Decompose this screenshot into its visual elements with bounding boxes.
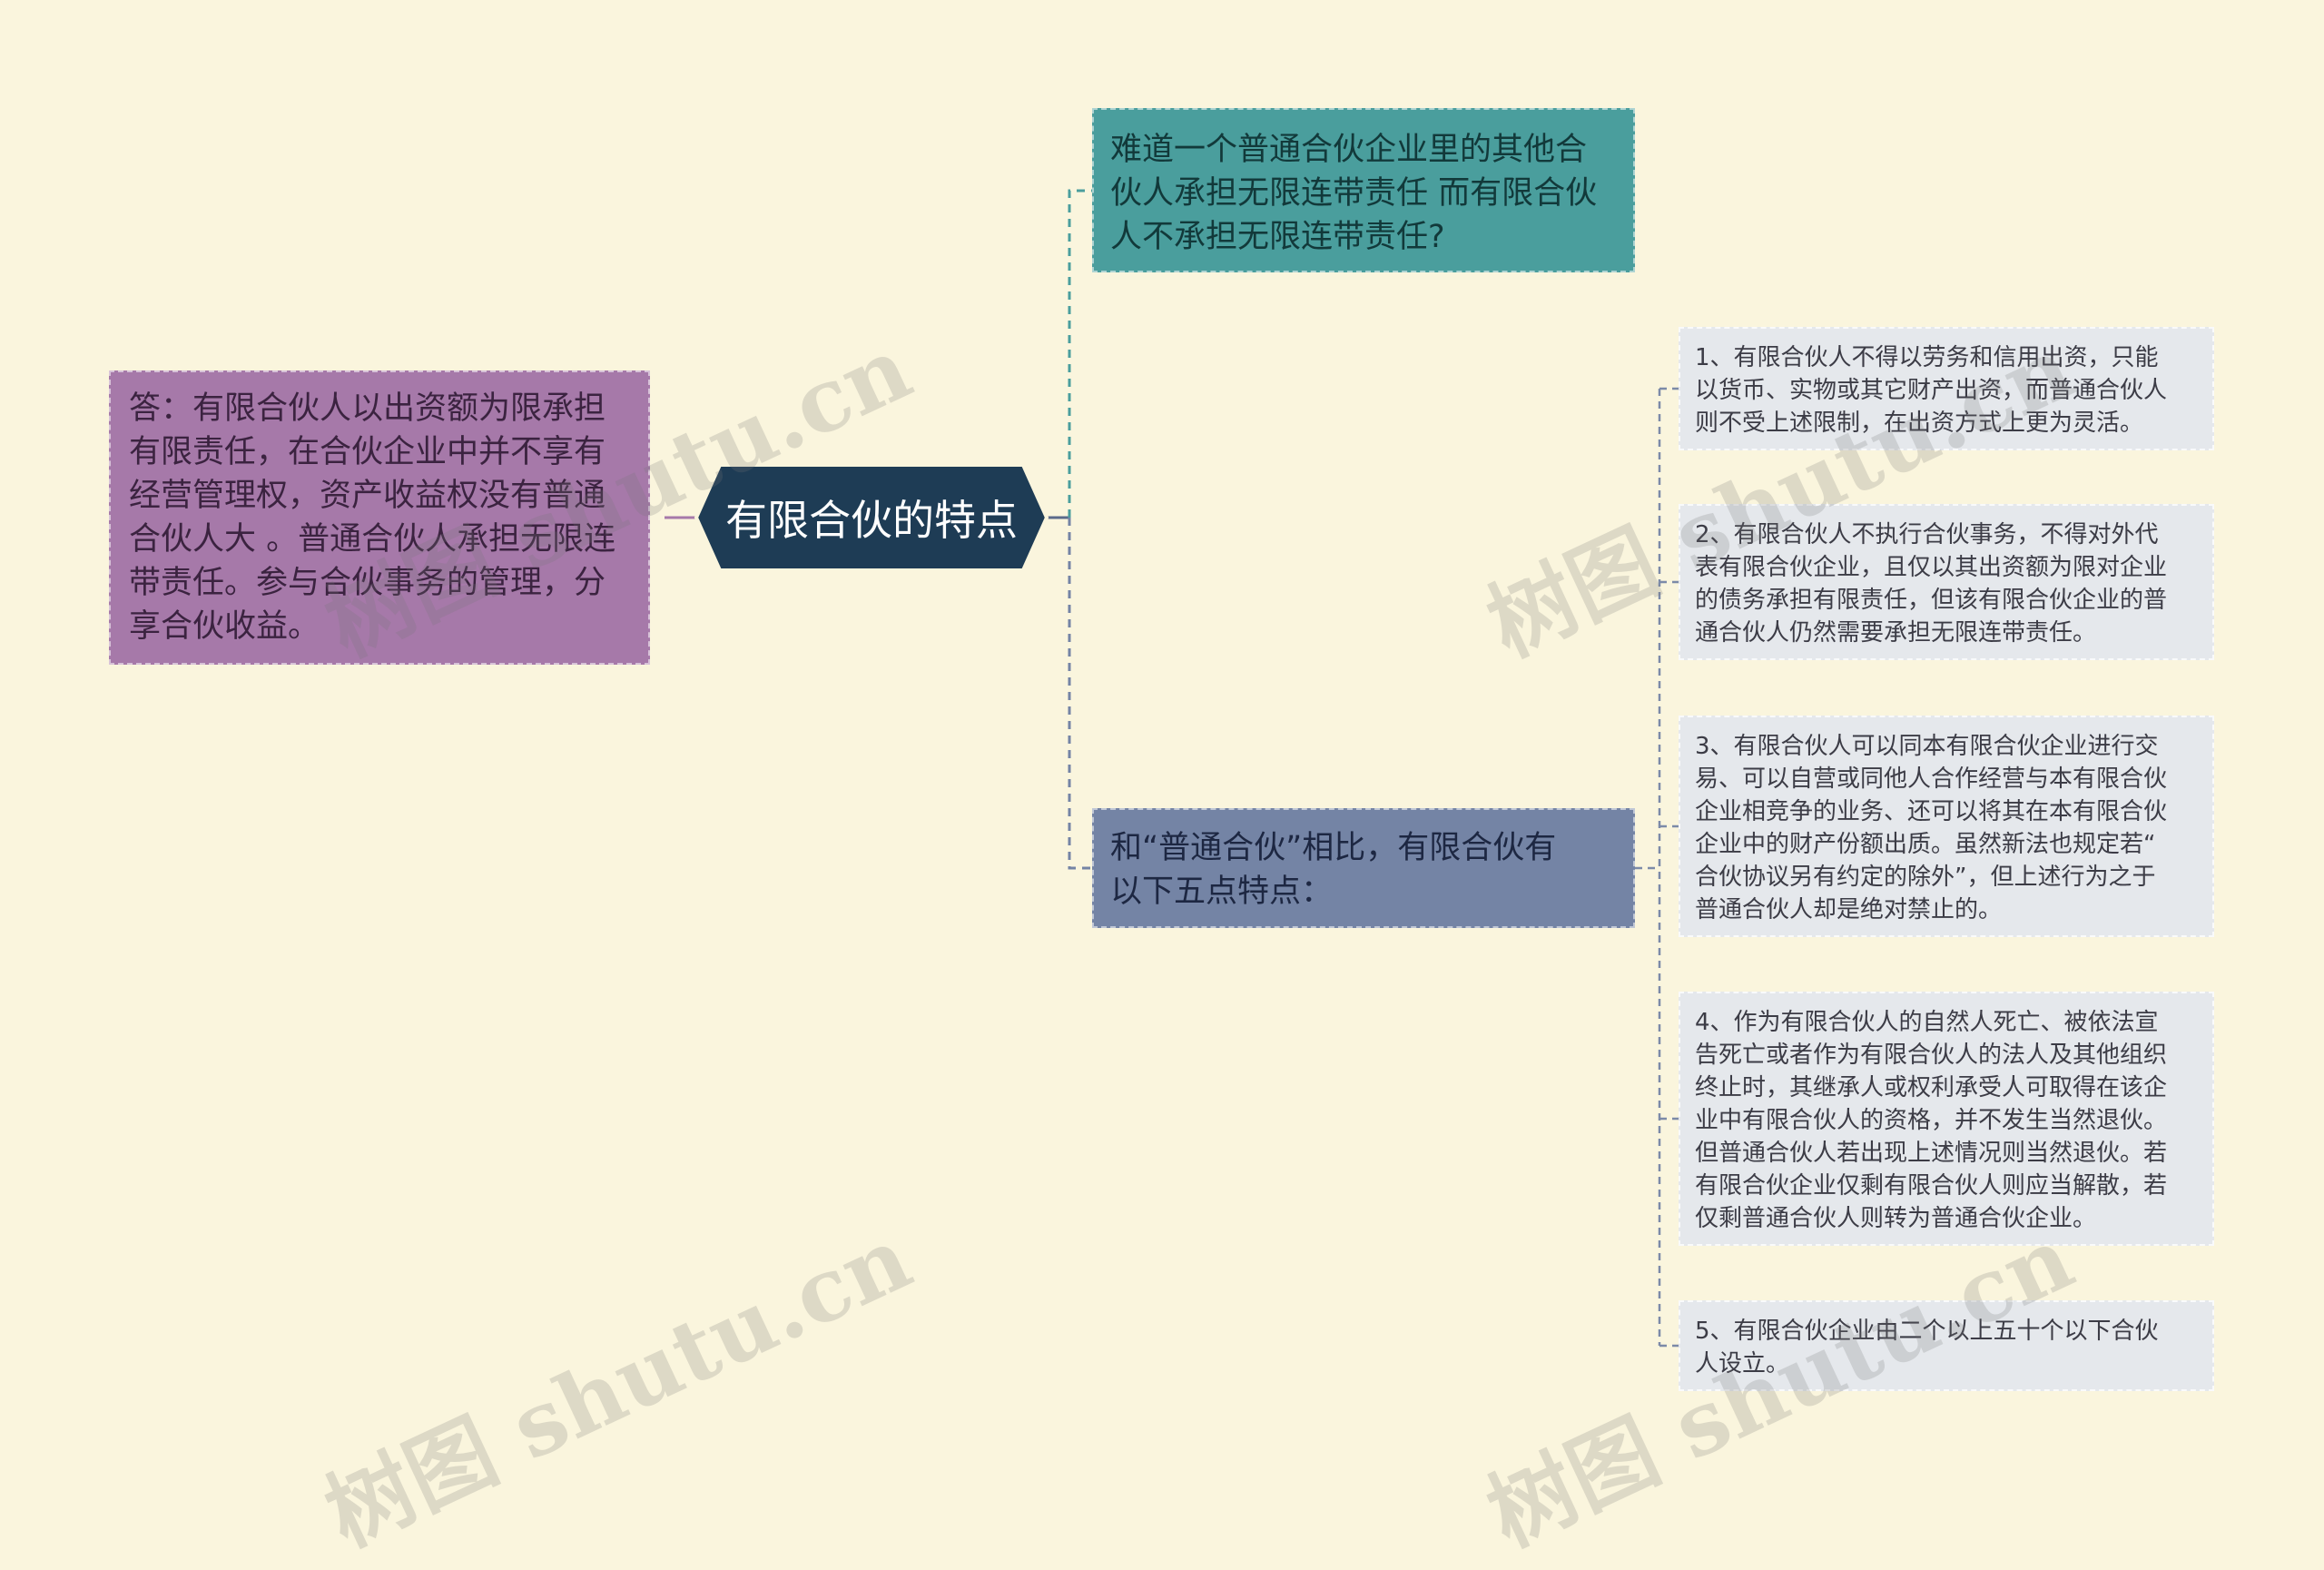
point-node-5[interactable]: 5、有限合伙企业由二个以上五十个以下合伙 人设立。 xyxy=(1679,1300,2214,1391)
connector-question xyxy=(1068,189,1092,518)
point-node-2[interactable]: 2、有限合伙人不执行合伙事务，不得对外代 表有限合伙企业，且仅以其出资额为限对企… xyxy=(1679,504,2214,660)
point-node-4[interactable]: 4、作为有限合伙人的自然人死亡、被依法宣 告死亡或者作为有限合伙人的法人及其他组… xyxy=(1679,992,2214,1246)
compare-node[interactable]: 和“普通合伙”相比，有限合伙有 以下五点特点： xyxy=(1092,808,1635,928)
point-node-1[interactable]: 1、有限合伙人不得以劳务和信用出资，只能 以货币、实物或其它财产出资，而普通合伙… xyxy=(1679,327,2214,450)
root-node-label[interactable]: 有限合伙的特点 xyxy=(699,468,1044,568)
point-node-3[interactable]: 3、有限合伙人可以同本有限合伙企业进行交 易、可以自营或同他人合作经营与本有限合… xyxy=(1679,716,2214,937)
connector-compare xyxy=(1068,518,1092,870)
question-node[interactable]: 难道一个普通合伙企业里的其他合 伙人承担无限连带责任 而有限合伙 人不承担无限连… xyxy=(1092,108,1635,272)
answer-node[interactable]: 答：有限合伙人以出资额为限承担 有限责任，在合伙企业中并不享有 经营管理权，资产… xyxy=(109,370,650,665)
